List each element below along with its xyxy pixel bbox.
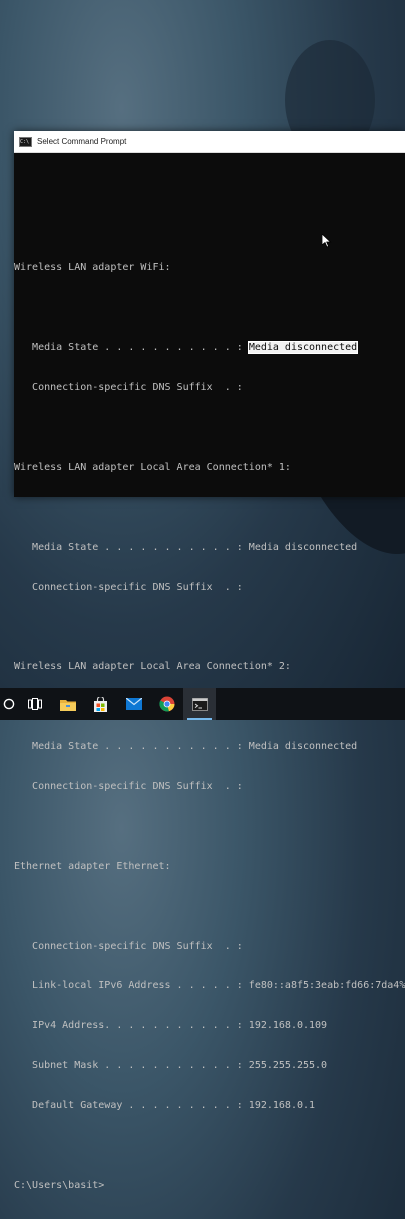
- command-prompt-window[interactable]: C:\ Select Command Prompt Wireless LAN a…: [14, 131, 405, 1191]
- console-line: Ethernet adapter Ethernet:: [14, 860, 171, 872]
- command-prompt-line[interactable]: C:\Users\basit>: [14, 1179, 405, 1192]
- mail-icon[interactable]: [117, 688, 150, 720]
- window-title: Select Command Prompt: [37, 137, 127, 146]
- taskbar: [0, 688, 405, 720]
- console-line: Wireless LAN adapter Local Area Connecti…: [14, 461, 291, 473]
- command-prompt-icon: C:\: [19, 136, 32, 147]
- console-line: Connection-specific DNS Suffix . :: [14, 581, 243, 593]
- selected-text[interactable]: Media disconnected: [247, 341, 359, 355]
- window-titlebar[interactable]: C:\ Select Command Prompt: [14, 131, 405, 153]
- console-output[interactable]: Wireless LAN adapter WiFi: Media State .…: [14, 153, 405, 1219]
- console-line: Connection-specific DNS Suffix . :: [14, 780, 243, 792]
- task-view-icon[interactable]: [18, 688, 51, 720]
- file-explorer-icon[interactable]: [51, 688, 84, 720]
- chrome-icon[interactable]: [150, 688, 183, 720]
- console-line: Default Gateway . . . . . . . . . : 192.…: [14, 1100, 316, 1112]
- cortana-icon[interactable]: [0, 688, 18, 720]
- console-line: Connection-specific DNS Suffix . :: [14, 382, 243, 394]
- console-line: IPv4 Address. . . . . . . . . . . : 192.…: [14, 1020, 328, 1032]
- console-line: Wireless LAN adapter WiFi:: [14, 262, 171, 274]
- store-icon[interactable]: [84, 688, 117, 720]
- console-line: Link-local IPv6 Address . . . . . : fe80…: [14, 980, 405, 992]
- console-line-media-state-wifi: Media State . . . . . . . . . . . : Medi…: [14, 341, 405, 355]
- console-line: Media State . . . . . . . . . . . : Medi…: [14, 741, 358, 753]
- command-prompt-icon[interactable]: [183, 688, 216, 720]
- console-line-text: Media State . . . . . . . . . . . :: [14, 342, 249, 354]
- console-line: Wireless LAN adapter Local Area Connecti…: [14, 661, 291, 673]
- console-line: Subnet Mask . . . . . . . . . . . : 255.…: [14, 1060, 328, 1072]
- console-line: Connection-specific DNS Suffix . :: [14, 940, 243, 952]
- console-line: Media State . . . . . . . . . . . : Medi…: [14, 541, 358, 553]
